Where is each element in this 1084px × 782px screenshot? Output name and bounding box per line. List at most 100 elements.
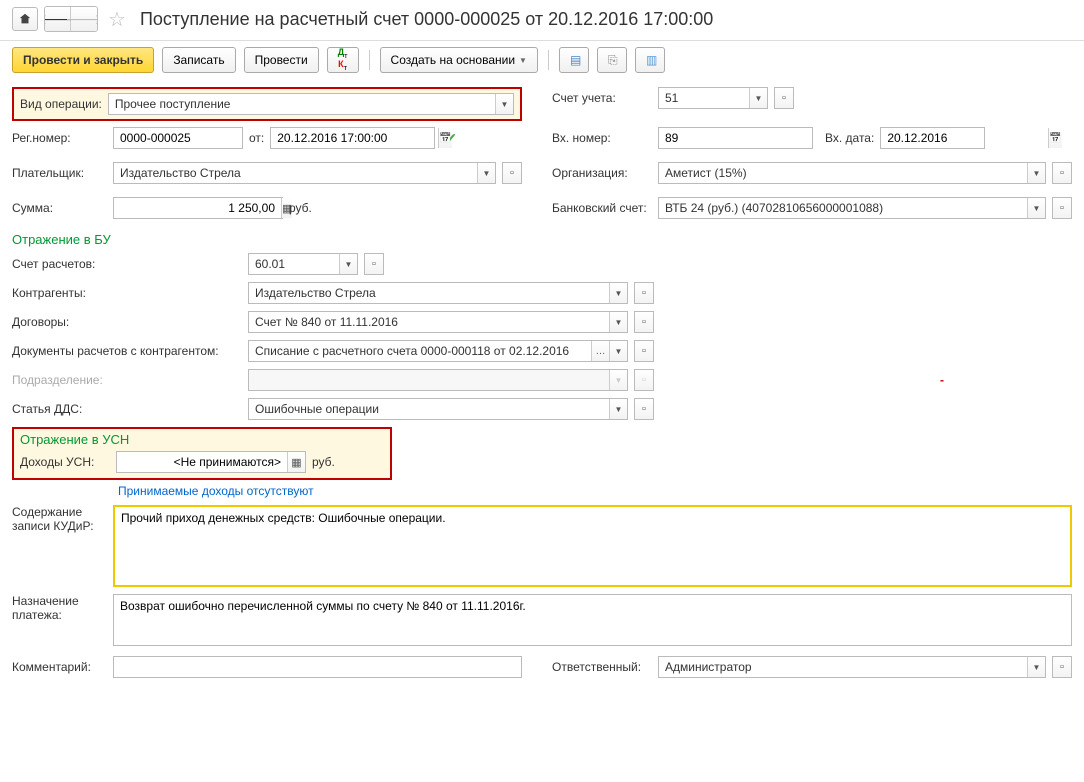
dropdown-icon[interactable] <box>609 399 627 419</box>
calc-account-input[interactable]: 60.01 <box>248 253 358 275</box>
calc-account-label: Счет расчетов: <box>12 257 242 271</box>
dropdown-icon[interactable] <box>495 94 513 114</box>
dropdown-icon <box>609 370 627 390</box>
paperclip-icon: ⎘ <box>608 53 618 68</box>
dds-label: Статья ДДС: <box>12 402 242 416</box>
dropdown-icon[interactable] <box>1027 657 1045 677</box>
usn-currency: руб. <box>312 455 335 469</box>
comment-input[interactable] <box>113 656 522 678</box>
open-icon[interactable] <box>1053 163 1071 183</box>
dropdown-icon[interactable] <box>1027 198 1045 218</box>
regnum-label: Рег.номер: <box>12 131 107 145</box>
dropdown-icon[interactable] <box>609 341 627 361</box>
responsible-input[interactable]: Администратор <box>658 656 1046 678</box>
usn-income-input[interactable] <box>116 451 306 473</box>
separator <box>369 50 370 70</box>
separator <box>548 50 549 70</box>
payer-open[interactable] <box>502 162 522 184</box>
payer-label: Плательщик: <box>12 166 107 180</box>
list-button[interactable]: ▥ <box>635 47 665 73</box>
dds-input[interactable]: Ошибочные операции <box>248 398 628 420</box>
bu-section-title: Отражение в БУ <box>12 232 1072 247</box>
open-icon[interactable] <box>635 283 653 303</box>
open-icon <box>635 370 653 390</box>
purpose-label: Назначение платежа: <box>12 594 107 622</box>
contragent-label: Контрагенты: <box>12 286 242 300</box>
dropdown-icon[interactable] <box>339 254 357 274</box>
doc-button[interactable]: ▤ <box>559 47 589 73</box>
incoming-date-label: Вх. дата: <box>825 131 874 145</box>
dropdown-icon[interactable] <box>609 283 627 303</box>
open-icon[interactable] <box>775 88 793 108</box>
ellipsis-icon[interactable]: … <box>591 341 609 361</box>
calculator-icon[interactable] <box>287 452 305 472</box>
contragent-input[interactable]: Издательство Стрела <box>248 282 628 304</box>
operation-type-label: Вид операции: <box>20 97 102 111</box>
incoming-num-input[interactable] <box>658 127 813 149</box>
calendar-icon[interactable] <box>1048 128 1061 148</box>
sum-currency: руб. <box>289 201 312 215</box>
dept-label: Подразделение: <box>12 373 242 387</box>
bank-input[interactable]: ВТБ 24 (руб.) (40702810656000001088) <box>658 197 1046 219</box>
doc-label: Документы расчетов с контрагентом: <box>12 344 242 358</box>
payer-input[interactable]: Издательство Стрела <box>113 162 496 184</box>
bank-open[interactable] <box>1052 197 1072 219</box>
contract-input[interactable]: Счет № 840 от 11.11.2016 <box>248 311 628 333</box>
org-open[interactable] <box>1052 162 1072 184</box>
purpose-textarea[interactable] <box>113 594 1072 646</box>
open-icon[interactable] <box>1053 198 1071 218</box>
forward-button: 🡒 <box>71 7 97 31</box>
dropdown-icon[interactable] <box>1027 163 1045 183</box>
open-icon[interactable] <box>635 312 653 332</box>
dtkt-icon: ДтКт <box>338 48 348 72</box>
favorite-star-icon[interactable]: ☆ <box>108 7 126 32</box>
contragent-open[interactable] <box>634 282 654 304</box>
responsible-open[interactable] <box>1052 656 1072 678</box>
account-label: Счет учета: <box>552 91 652 105</box>
incoming-date-input[interactable] <box>880 127 985 149</box>
incoming-num-label: Вх. номер: <box>552 131 652 145</box>
responsible-label: Ответственный: <box>552 660 652 674</box>
dropdown-icon[interactable] <box>609 312 627 332</box>
org-label: Организация: <box>552 166 652 180</box>
list-icon: ▥ <box>646 53 657 67</box>
operation-type-select[interactable]: Прочее поступление <box>108 93 514 115</box>
dds-open[interactable] <box>634 398 654 420</box>
open-icon[interactable] <box>635 341 653 361</box>
regnum-date-input[interactable] <box>270 127 435 149</box>
attach-button[interactable]: ⎘ <box>597 47 627 73</box>
doc-open[interactable] <box>634 340 654 362</box>
contract-open[interactable] <box>634 311 654 333</box>
save-button[interactable]: Записать <box>162 47 235 73</box>
dropdown-icon[interactable] <box>749 88 767 108</box>
post-and-close-button[interactable]: Провести и закрыть <box>12 47 154 73</box>
contract-label: Договоры: <box>12 315 242 329</box>
comment-label: Комментарий: <box>12 660 107 674</box>
chevron-down-icon: ▼ <box>519 56 527 65</box>
usn-section-title: Отражение в УСН <box>20 432 384 447</box>
usn-income-label: Доходы УСН: <box>20 455 110 469</box>
dept-input <box>248 369 628 391</box>
dtkt-button[interactable]: ДтКт <box>327 47 359 73</box>
sum-input[interactable] <box>113 197 283 219</box>
open-icon[interactable] <box>1053 657 1071 677</box>
account-input[interactable]: 51 <box>658 87 768 109</box>
create-based-on-button[interactable]: Создать на основании ▼ <box>380 47 538 73</box>
bank-label: Банковский счет: <box>552 201 652 215</box>
home-button[interactable] <box>12 7 38 31</box>
open-icon[interactable] <box>503 163 521 183</box>
account-open[interactable] <box>774 87 794 109</box>
calc-account-open[interactable] <box>364 253 384 275</box>
doc-input[interactable]: Списание с расчетного счета 0000-000118 … <box>248 340 628 362</box>
dept-open <box>634 369 654 391</box>
regnum-input[interactable] <box>113 127 243 149</box>
dropdown-icon[interactable] <box>477 163 495 183</box>
kudir-textarea[interactable] <box>113 505 1072 587</box>
home-icon <box>18 12 32 26</box>
open-icon[interactable] <box>365 254 383 274</box>
document-icon: ▤ <box>570 53 581 67</box>
org-input[interactable]: Аметист (15%) <box>658 162 1046 184</box>
open-icon[interactable] <box>635 399 653 419</box>
usn-note-link[interactable]: Принимаемые доходы отсутствуют <box>118 484 314 498</box>
post-button[interactable]: Провести <box>244 47 319 73</box>
